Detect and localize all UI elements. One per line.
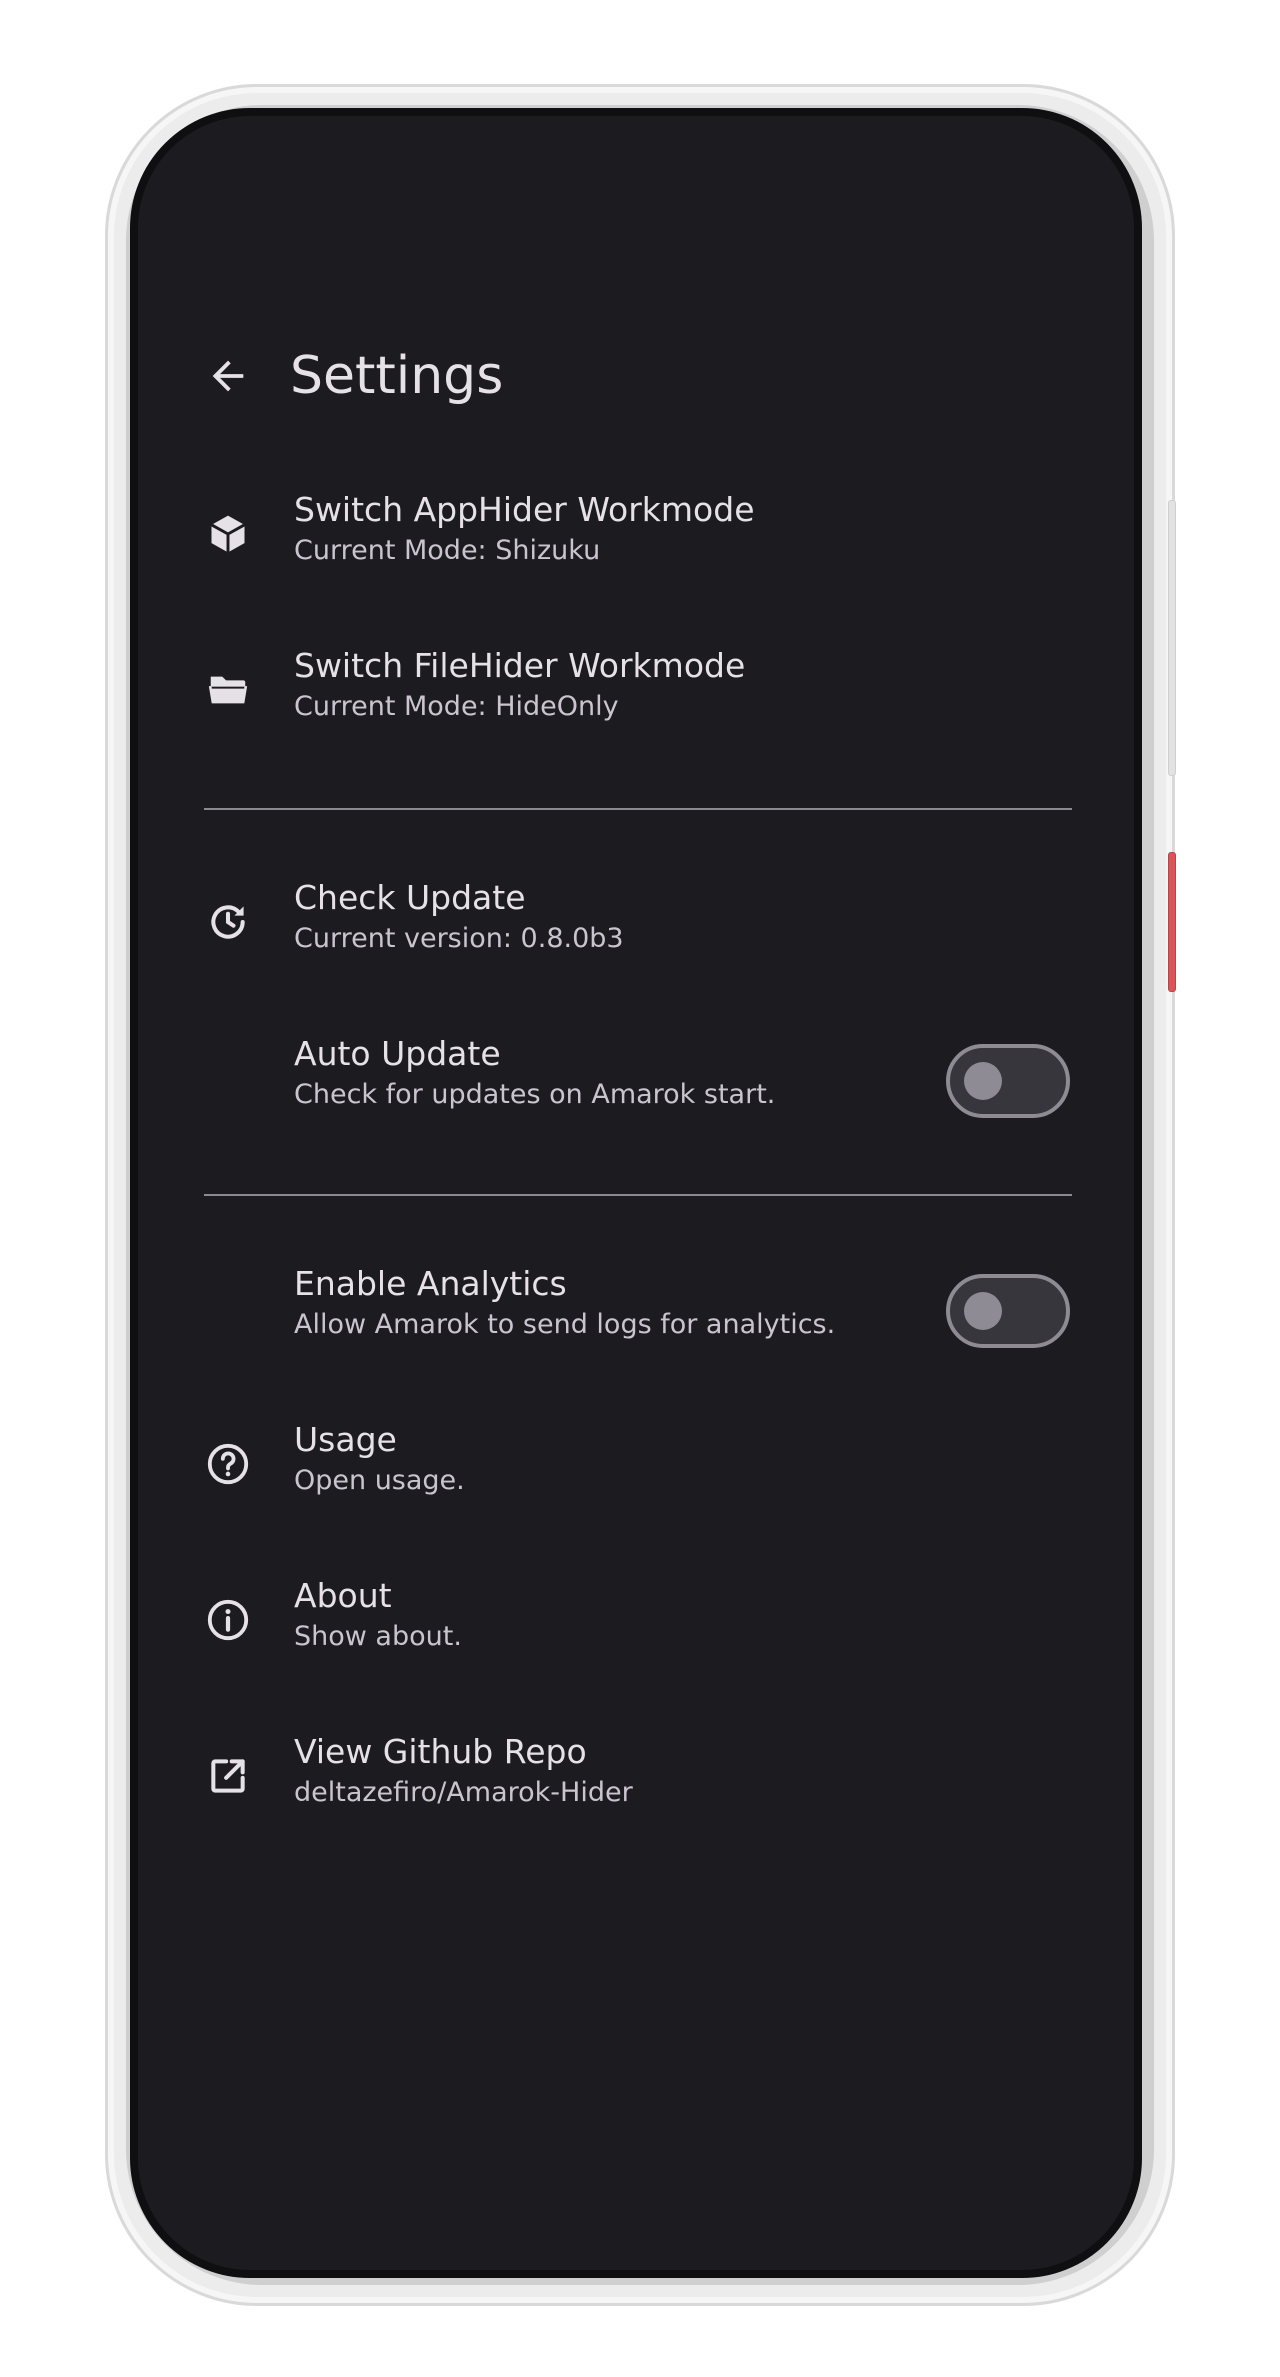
setting-check-update[interactable]: Check Update Current version: 0.8.0b3 (138, 862, 1134, 982)
setting-title: Auto Update (294, 1034, 501, 1073)
power-button (1168, 500, 1176, 776)
phone-screen: Settings Switch AppHider Workmode Curren… (130, 108, 1142, 2278)
action-button (1168, 852, 1176, 992)
back-button[interactable] (188, 336, 268, 416)
switch-thumb (964, 1062, 1002, 1100)
setting-view-github-repo[interactable]: View Github Repo deltazefiro/Amarok-Hide… (138, 1716, 1134, 1836)
setting-title: About (294, 1576, 392, 1615)
open-in-new-icon (211, 1759, 245, 1793)
setting-title: Enable Analytics (294, 1264, 567, 1303)
info-circle-icon (207, 1599, 249, 1641)
section-divider (204, 808, 1072, 810)
setting-title: Usage (294, 1420, 397, 1459)
switch-thumb (964, 1292, 1002, 1330)
section-divider (204, 1194, 1072, 1196)
setting-title: Switch AppHider Workmode (294, 490, 755, 529)
setting-auto-update[interactable]: Auto Update Check for updates on Amarok … (138, 1018, 1134, 1138)
setting-subtitle: Current version: 0.8.0b3 (294, 923, 624, 954)
help-circle-icon (207, 1443, 249, 1485)
setting-title: Check Update (294, 878, 526, 917)
setting-apphider-workmode[interactable]: Switch AppHider Workmode Current Mode: S… (138, 474, 1134, 594)
cube-icon (210, 515, 246, 553)
setting-title: View Github Repo (294, 1732, 587, 1771)
setting-subtitle: Show about. (294, 1621, 462, 1652)
page-title: Settings (290, 346, 504, 406)
setting-enable-analytics[interactable]: Enable Analytics Allow Amarok to send lo… (138, 1248, 1134, 1368)
folder-open-icon (208, 676, 248, 704)
top-app-bar: Settings (138, 316, 1134, 436)
setting-subtitle: Check for updates on Amarok start. (294, 1079, 776, 1110)
setting-filehider-workmode[interactable]: Switch FileHider Workmode Current Mode: … (138, 630, 1134, 750)
analytics-switch[interactable] (946, 1274, 1070, 1348)
auto-update-switch[interactable] (946, 1044, 1070, 1118)
update-icon (211, 905, 245, 939)
setting-about[interactable]: About Show about. (138, 1560, 1134, 1680)
setting-subtitle: Current Mode: HideOnly (294, 691, 619, 722)
setting-subtitle: Allow Amarok to send logs for analytics. (294, 1309, 836, 1340)
setting-subtitle: deltazefiro/Amarok-Hider (294, 1777, 633, 1808)
setting-usage[interactable]: Usage Open usage. (138, 1404, 1134, 1524)
setting-subtitle: Current Mode: Shizuku (294, 535, 601, 566)
setting-title: Switch FileHider Workmode (294, 646, 746, 685)
setting-subtitle: Open usage. (294, 1465, 465, 1496)
arrow-back-icon (212, 360, 244, 392)
